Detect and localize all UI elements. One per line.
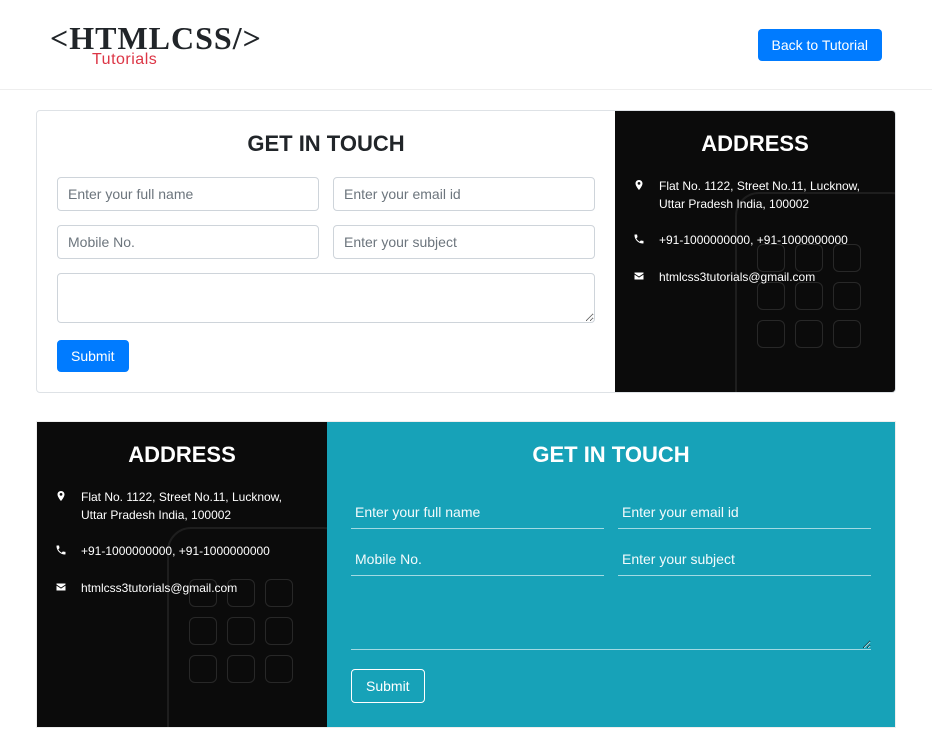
name-input[interactable] bbox=[351, 496, 604, 529]
message-textarea[interactable] bbox=[57, 273, 595, 323]
contact-form-light: GET IN TOUCH Submit bbox=[37, 111, 615, 392]
contact-card-light: GET IN TOUCH Submit ADDRESS Flat No. 112… bbox=[36, 110, 896, 393]
message-textarea[interactable] bbox=[351, 602, 871, 650]
address-row: Flat No. 1122, Street No.11, Lucknow, Ut… bbox=[55, 488, 309, 524]
address-title: ADDRESS bbox=[633, 131, 877, 157]
map-pin-icon bbox=[55, 489, 69, 524]
logo-sub-text: Tutorials bbox=[92, 51, 262, 69]
contact-form-teal: GET IN TOUCH Submit bbox=[327, 422, 895, 727]
form-title: GET IN TOUCH bbox=[57, 131, 595, 157]
map-pin-icon bbox=[633, 178, 647, 213]
phone-decoration bbox=[735, 192, 895, 392]
phone-icon bbox=[55, 543, 69, 561]
submit-button[interactable]: Submit bbox=[57, 340, 129, 372]
site-logo: <HTMLCSS/> Tutorials bbox=[50, 20, 262, 69]
address-title: ADDRESS bbox=[55, 442, 309, 468]
address-text: Flat No. 1122, Street No.11, Lucknow, Ut… bbox=[81, 488, 309, 524]
email-input[interactable] bbox=[333, 177, 595, 211]
mobile-input[interactable] bbox=[57, 225, 319, 259]
envelope-icon bbox=[633, 269, 647, 287]
address-panel-dark-right: ADDRESS Flat No. 1122, Street No.11, Luc… bbox=[615, 111, 895, 392]
contact-card-teal: ADDRESS Flat No. 1122, Street No.11, Luc… bbox=[36, 421, 896, 728]
name-input[interactable] bbox=[57, 177, 319, 211]
header: <HTMLCSS/> Tutorials Back to Tutorial bbox=[0, 0, 932, 90]
subject-input[interactable] bbox=[333, 225, 595, 259]
mobile-input[interactable] bbox=[351, 543, 604, 576]
address-panel-dark-left: ADDRESS Flat No. 1122, Street No.11, Luc… bbox=[37, 422, 327, 727]
form-title: GET IN TOUCH bbox=[351, 442, 871, 468]
submit-button[interactable]: Submit bbox=[351, 669, 425, 703]
phone-icon bbox=[633, 232, 647, 250]
phone-decoration bbox=[167, 527, 327, 727]
subject-input[interactable] bbox=[618, 543, 871, 576]
back-to-tutorial-button[interactable]: Back to Tutorial bbox=[758, 29, 883, 61]
envelope-icon bbox=[55, 580, 69, 598]
email-input[interactable] bbox=[618, 496, 871, 529]
